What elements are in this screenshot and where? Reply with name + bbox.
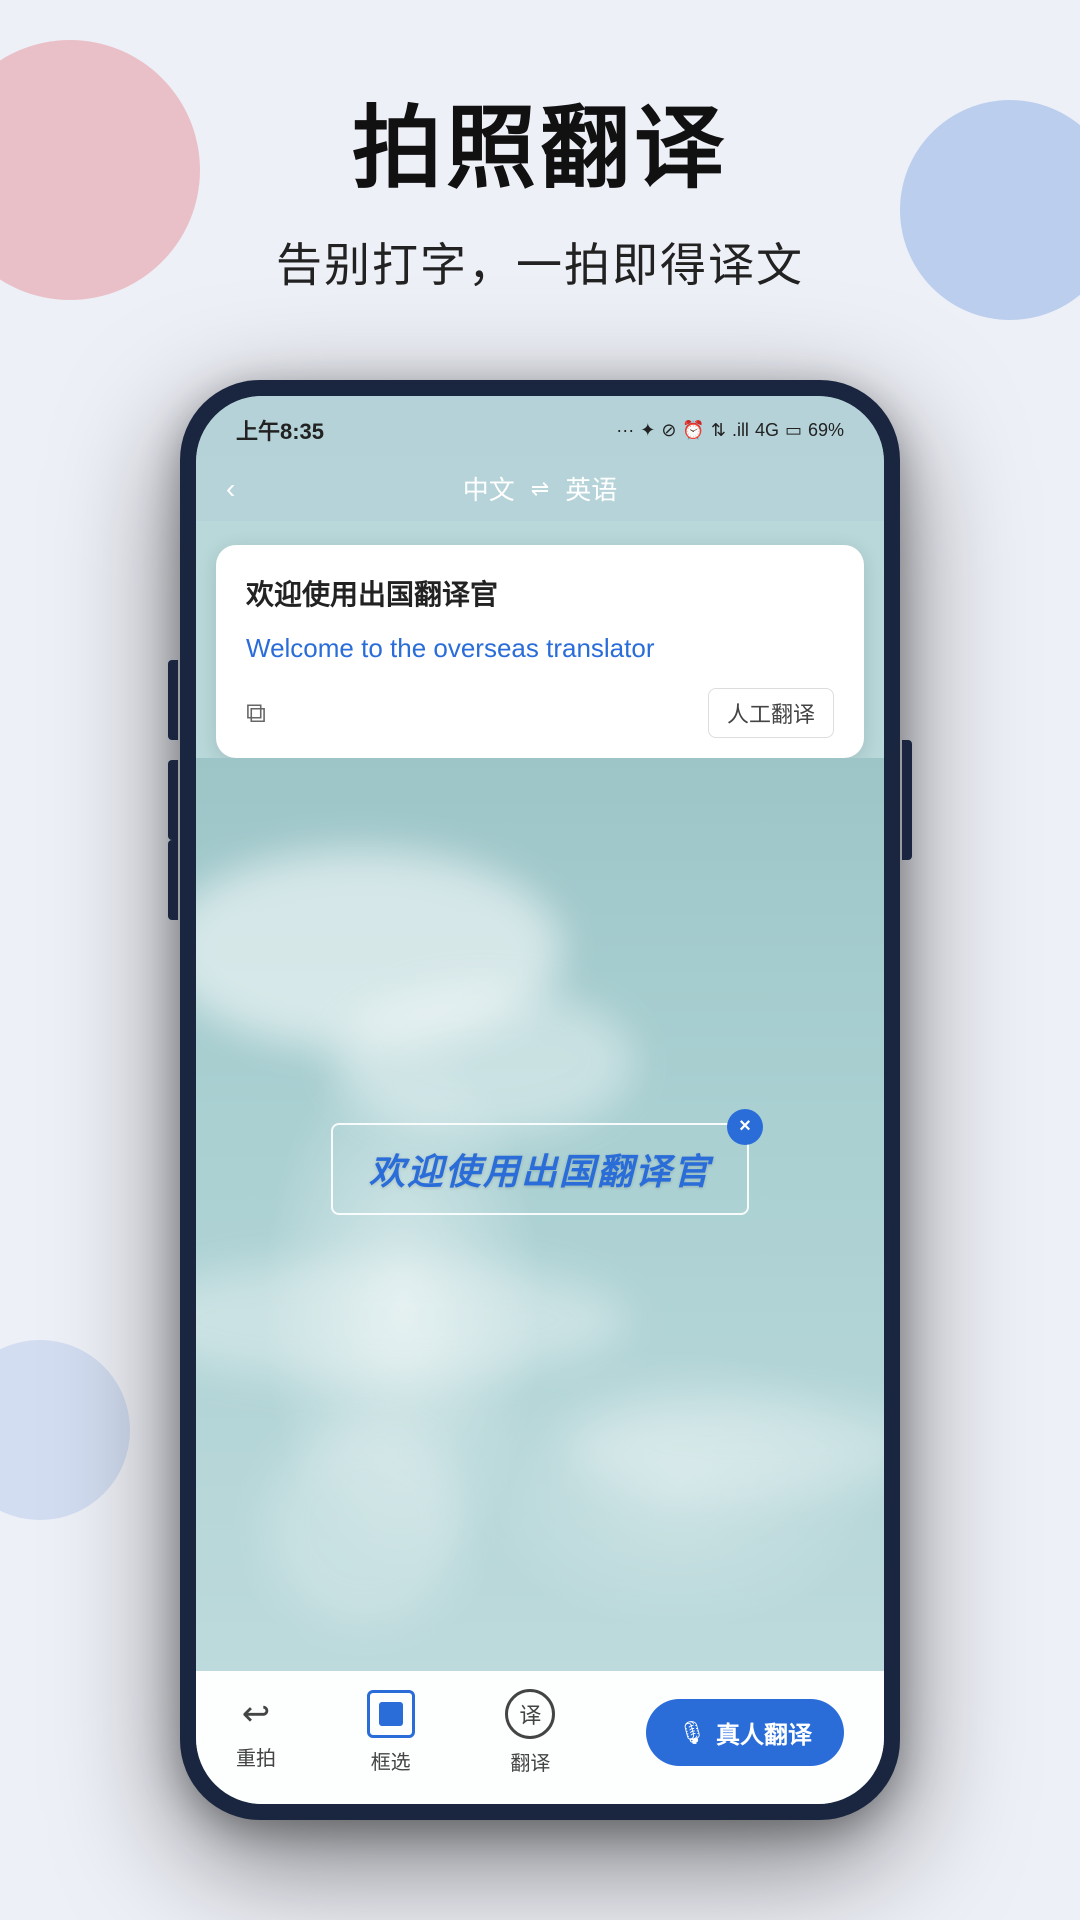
status-time: 上午8:35 [236,414,324,446]
select-frame-item[interactable]: 框选 [367,1690,415,1775]
selected-text-overlay: 欢迎使用出国翻译官 × [331,1123,749,1215]
original-text: 欢迎使用出国翻译官 [246,573,834,613]
translated-text: Welcome to the overseas translator [246,629,834,668]
translate-circle-icon: 译 [505,1689,555,1739]
copy-icon[interactable]: ⧉ [246,697,266,730]
phone-screen: 上午8:35 ··· ✦ ⊘ ⏰ ⇅ .ill 4G ▭ 69% ‹ 中文 [196,396,884,1804]
mic-icon: 🎙 [678,1720,706,1746]
status-signal-icon: .ill [732,420,749,441]
translate-char: 译 [519,1698,541,1730]
real-translate-button[interactable]: 🎙 真人翻译 [646,1699,844,1766]
close-icon: × [739,1115,751,1138]
wave-shape-2 [334,986,634,1136]
header-area: 拍照翻译 告别打字，一拍即得译文 [0,0,1080,295]
status-bar: 上午8:35 ··· ✦ ⊘ ⏰ ⇅ .ill 4G ▭ 69% [196,396,884,456]
select-label: 框选 [371,1746,411,1775]
nav-bar: ‹ 中文 ⇌ 英语 [196,456,884,521]
target-language-label[interactable]: 英语 [565,470,617,507]
frame-select-icon [367,1690,415,1738]
translation-card: 欢迎使用出国翻译官 Welcome to the overseas transl… [216,545,864,758]
status-battery-icon: ▭ [785,420,802,441]
sub-title: 告别打字，一拍即得译文 [0,229,1080,295]
retake-label: 重拍 [236,1742,276,1771]
status-silent-icon: ⊘ [661,420,676,441]
status-icons: ··· ✦ ⊘ ⏰ ⇅ .ill 4G ▭ 69% [616,420,844,441]
translate-item[interactable]: 译 翻译 [505,1689,555,1776]
bottom-toolbar: ↩ 重拍 框选 译 翻译 [196,1671,884,1804]
camera-view[interactable]: 欢迎使用出国翻译官 × [196,758,884,1671]
card-footer: ⧉ 人工翻译 [246,688,834,738]
human-translate-button[interactable]: 人工翻译 [708,688,834,738]
back-button[interactable]: ‹ [226,473,235,505]
status-bluetooth-icon: ✦ [640,420,655,441]
status-network-dots: ··· [616,420,634,441]
selected-text: 欢迎使用出国翻译官 [369,1151,711,1192]
phone: 上午8:35 ··· ✦ ⊘ ⏰ ⇅ .ill 4G ▭ 69% ‹ 中文 [180,380,900,1820]
status-battery-percent: 69% [808,420,844,441]
frame-inner [379,1702,403,1726]
close-selection-button[interactable]: × [727,1109,763,1145]
main-title: 拍照翻译 [0,100,1080,199]
status-4g-icon: 4G [755,420,779,441]
status-data-icon: ⇅ [711,420,726,441]
phone-outer: 上午8:35 ··· ✦ ⊘ ⏰ ⇅ .ill 4G ▭ 69% ‹ 中文 [180,380,900,1820]
translate-label: 翻译 [510,1747,550,1776]
real-translate-label: 真人翻译 [716,1715,812,1750]
bg-blob-blue2 [0,1340,130,1520]
retake-icon: ↩ [242,1694,271,1734]
language-selector[interactable]: 中文 ⇌ 英语 [463,470,617,507]
source-language-label[interactable]: 中文 [463,470,515,507]
wave-shape-5 [265,1425,465,1625]
retake-item[interactable]: ↩ 重拍 [236,1694,276,1771]
language-swap-icon[interactable]: ⇌ [531,476,549,502]
status-alarm-icon: ⏰ [682,420,704,441]
